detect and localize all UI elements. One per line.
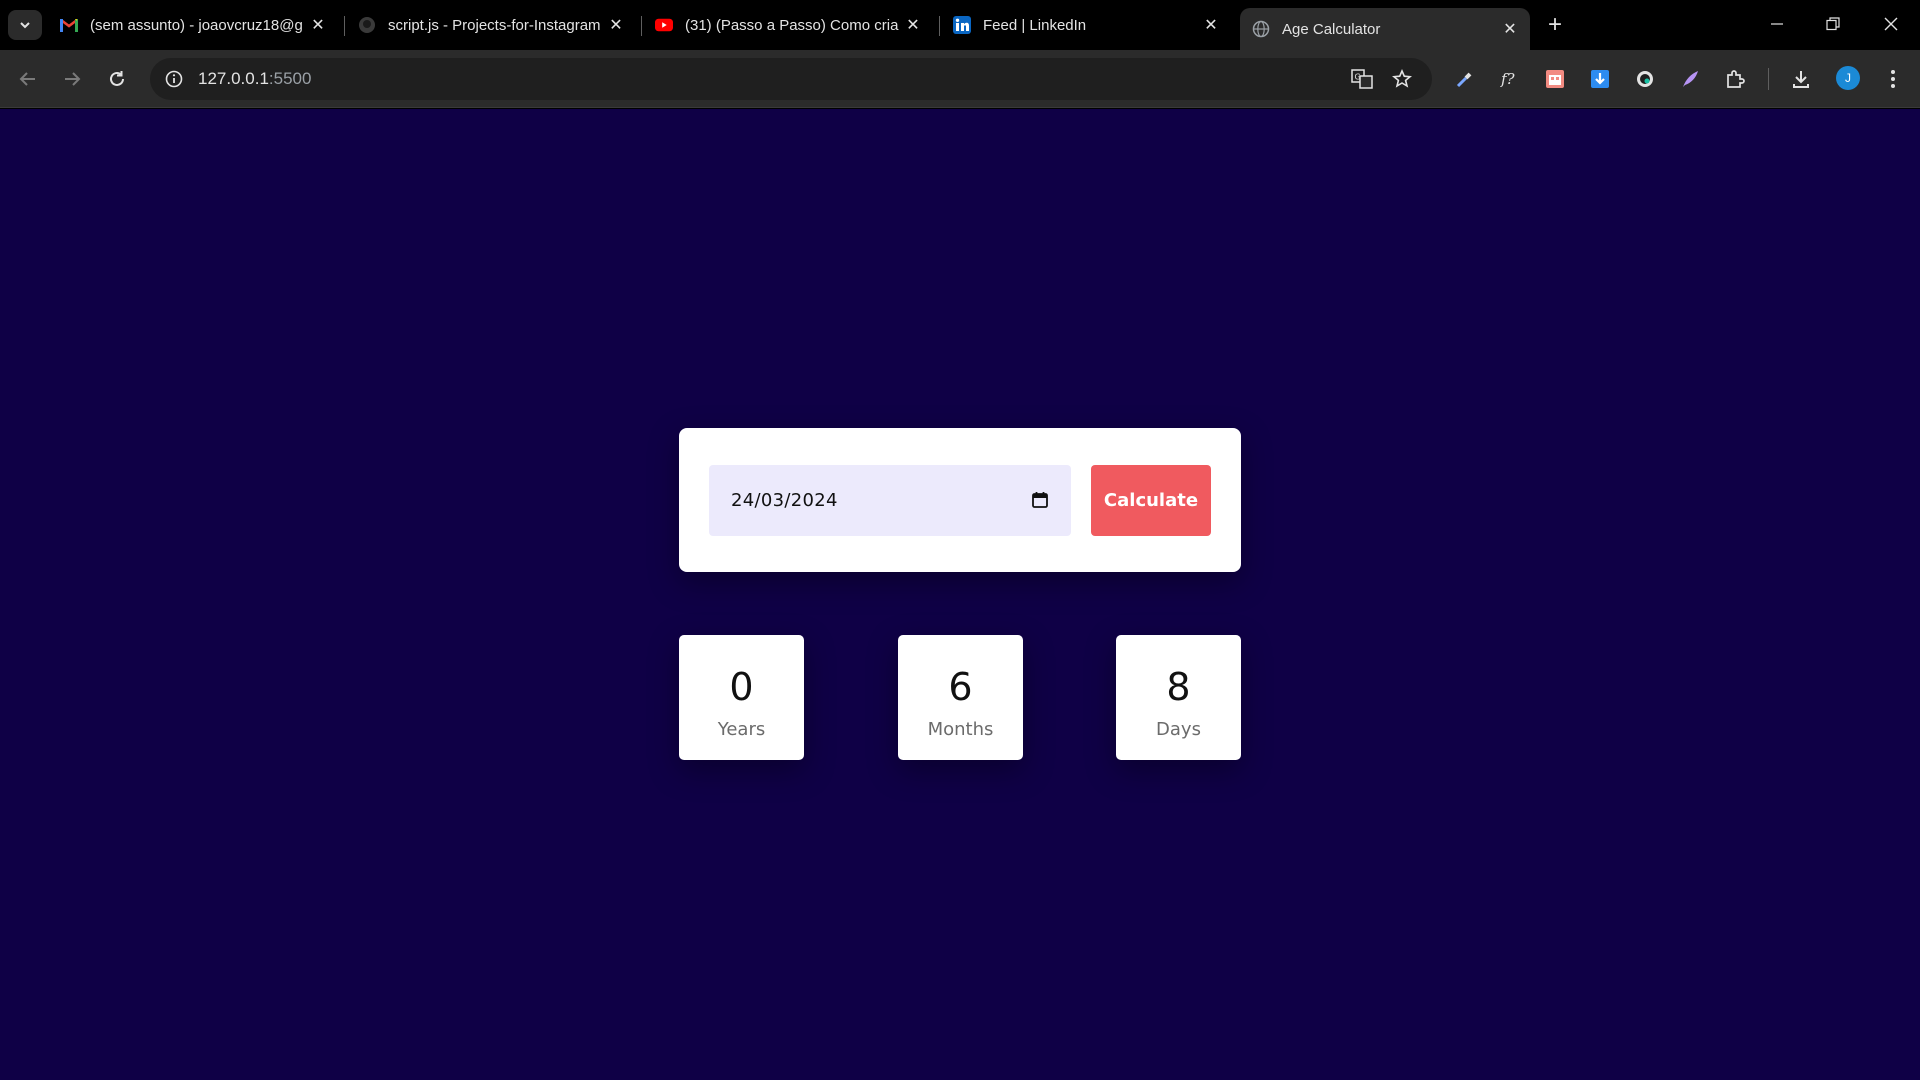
days-box: 8 Days — [1116, 635, 1241, 760]
tab-title: Feed | LinkedIn — [983, 16, 1087, 34]
tab-title: script.js - Projects-for-Instagram — [388, 16, 601, 34]
calendar-icon[interactable] — [1031, 491, 1049, 509]
years-box: 0 Years — [679, 635, 804, 760]
tab-separator — [641, 16, 642, 36]
reload-icon — [110, 71, 124, 86]
minimize-button[interactable] — [1754, 8, 1800, 40]
months-box: 6 Months — [898, 635, 1023, 760]
calendar-extension-icon[interactable] — [1542, 66, 1568, 92]
days-value: 8 — [1166, 665, 1191, 709]
close-icon[interactable]: ✕ — [602, 11, 630, 39]
url-port: :5500 — [268, 69, 312, 88]
gmail-icon — [60, 16, 78, 34]
days-label: Days — [1156, 719, 1201, 740]
downloads-icon[interactable] — [1788, 66, 1814, 92]
months-label: Months — [927, 719, 994, 740]
close-icon[interactable]: ✕ — [1496, 15, 1524, 43]
close-icon[interactable]: ✕ — [1197, 11, 1225, 39]
close-window-button[interactable] — [1868, 8, 1914, 40]
quill-extension-icon[interactable] — [1677, 66, 1703, 92]
svg-text:G: G — [1355, 73, 1361, 82]
browser-toolbar: 127.0.0.1:5500 G f? J — [0, 50, 1920, 108]
puzzle-icon[interactable] — [1722, 66, 1748, 92]
avatar[interactable]: J — [1836, 66, 1860, 90]
new-tab-button[interactable]: + — [1540, 11, 1570, 39]
date-value: 24/03/2024 — [731, 490, 838, 511]
download-extension-icon[interactable] — [1587, 66, 1613, 92]
menu-kebab-icon[interactable] — [1880, 66, 1906, 92]
tab-linkedin[interactable]: Feed | LinkedIn ✕ — [941, 8, 1231, 42]
globe-icon — [1252, 20, 1270, 38]
tab-title: (sem assunto) - joaovcruz18@g — [90, 16, 303, 34]
url-host: 127.0.0.1 — [198, 69, 269, 88]
restore-button[interactable] — [1810, 8, 1856, 40]
linkedin-icon — [953, 16, 971, 34]
tab-separator — [344, 16, 345, 36]
tab-separator — [939, 16, 940, 36]
tab-youtube[interactable]: (31) (Passo a Passo) Como criar ✕ — [643, 8, 933, 42]
minimize-icon — [1771, 23, 1783, 25]
close-icon[interactable]: ✕ — [304, 11, 332, 39]
tab-gmail[interactable]: (sem assunto) - joaovcruz18@g ✕ — [48, 8, 338, 42]
bookmark-star-icon[interactable] — [1390, 67, 1414, 91]
tab-search-button[interactable] — [8, 10, 42, 40]
tab-title: Age Calculator — [1282, 20, 1381, 38]
chevron-down-icon — [20, 22, 30, 29]
svg-text:f?: f? — [1500, 70, 1516, 88]
font-finder-extension-icon[interactable]: f? — [1497, 66, 1523, 92]
translate-icon[interactable]: G — [1350, 67, 1374, 91]
restore-icon — [1826, 17, 1840, 31]
arrow-left-icon — [19, 72, 35, 86]
tab-age-calculator[interactable]: Age Calculator ✕ — [1240, 8, 1530, 50]
arrow-right-icon — [65, 72, 81, 86]
tab-github[interactable]: script.js - Projects-for-Instagram ✕ — [346, 8, 636, 42]
years-value: 0 — [729, 665, 754, 709]
forward-button[interactable] — [56, 63, 88, 95]
months-value: 6 — [948, 665, 973, 709]
toolbar-separator — [1768, 68, 1769, 90]
close-icon — [1884, 17, 1898, 31]
calculate-button[interactable]: Calculate — [1091, 465, 1211, 536]
site-info-icon[interactable] — [162, 67, 186, 91]
years-label: Years — [717, 719, 766, 740]
back-button[interactable] — [12, 63, 44, 95]
birthdate-input[interactable]: 24/03/2024 — [709, 465, 1071, 536]
address-bar[interactable]: 127.0.0.1:5500 G — [150, 58, 1432, 100]
tab-title: (31) (Passo a Passo) Como criar — [685, 16, 899, 34]
eyedropper-extension-icon[interactable] — [1452, 66, 1478, 92]
tab-strip: (sem assunto) - joaovcruz18@g ✕ script.j… — [0, 0, 1920, 50]
reload-button[interactable] — [101, 63, 133, 95]
grammar-extension-icon[interactable] — [1632, 66, 1658, 92]
close-icon[interactable]: ✕ — [899, 11, 927, 39]
github-icon — [358, 16, 376, 34]
url-text[interactable]: 127.0.0.1:5500 — [198, 69, 311, 89]
page-content: 24/03/2024 Calculate 0 Years 6 Months 8 … — [0, 109, 1920, 1080]
date-card: 24/03/2024 Calculate — [679, 428, 1241, 572]
youtube-icon — [655, 16, 673, 34]
